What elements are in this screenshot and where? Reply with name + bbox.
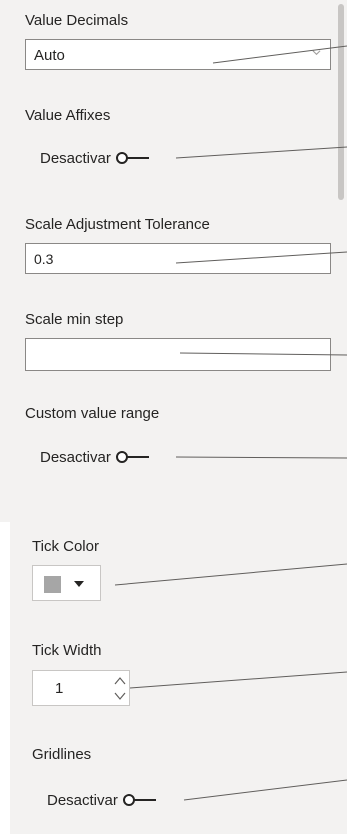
gridlines-label: Gridlines: [32, 746, 92, 763]
toggle-off-icon: [122, 794, 156, 806]
spin-arrows-icon[interactable]: [113, 675, 127, 702]
toggle-off-icon: [115, 451, 149, 463]
tick-width-label: Tick Width: [32, 642, 102, 659]
gridlines-toggle-state: Desactivar: [47, 791, 118, 809]
value-decimals-dropdown[interactable]: Auto: [25, 39, 331, 70]
value-affixes-toggle[interactable]: Desactivar: [40, 147, 151, 169]
format-pane-canvas: Value Decimals Auto Value Affixes Desact…: [0, 0, 347, 834]
value-decimals-selected: Auto: [34, 47, 65, 64]
scale-adjustment-tolerance-value: 0.3: [34, 251, 54, 267]
scrollbar-thumb[interactable]: [338, 4, 344, 200]
scale-adjustment-tolerance-input[interactable]: 0.3: [25, 243, 331, 274]
tick-color-swatch: [44, 576, 61, 593]
tick-color-picker[interactable]: [32, 565, 101, 601]
chevron-down-icon: [312, 50, 321, 56]
value-affixes-toggle-state: Desactivar: [40, 149, 111, 167]
tick-width-value: 1: [55, 680, 64, 697]
caret-down-icon: [74, 581, 84, 587]
scale-adjustment-tolerance-label: Scale Adjustment Tolerance: [25, 216, 210, 233]
scale-min-step-input[interactable]: [25, 338, 331, 371]
value-affixes-label: Value Affixes: [25, 107, 111, 124]
custom-value-range-label: Custom value range: [25, 405, 160, 422]
custom-value-range-toggle-state: Desactivar: [40, 448, 111, 466]
custom-value-range-toggle[interactable]: Desactivar: [40, 446, 151, 468]
toggle-off-icon: [115, 152, 149, 164]
tick-color-label: Tick Color: [32, 538, 99, 555]
gridlines-toggle[interactable]: Desactivar: [47, 789, 158, 811]
value-decimals-label: Value Decimals: [25, 12, 129, 29]
scale-min-step-label: Scale min step: [25, 311, 124, 328]
tick-width-stepper[interactable]: 1: [32, 670, 130, 706]
